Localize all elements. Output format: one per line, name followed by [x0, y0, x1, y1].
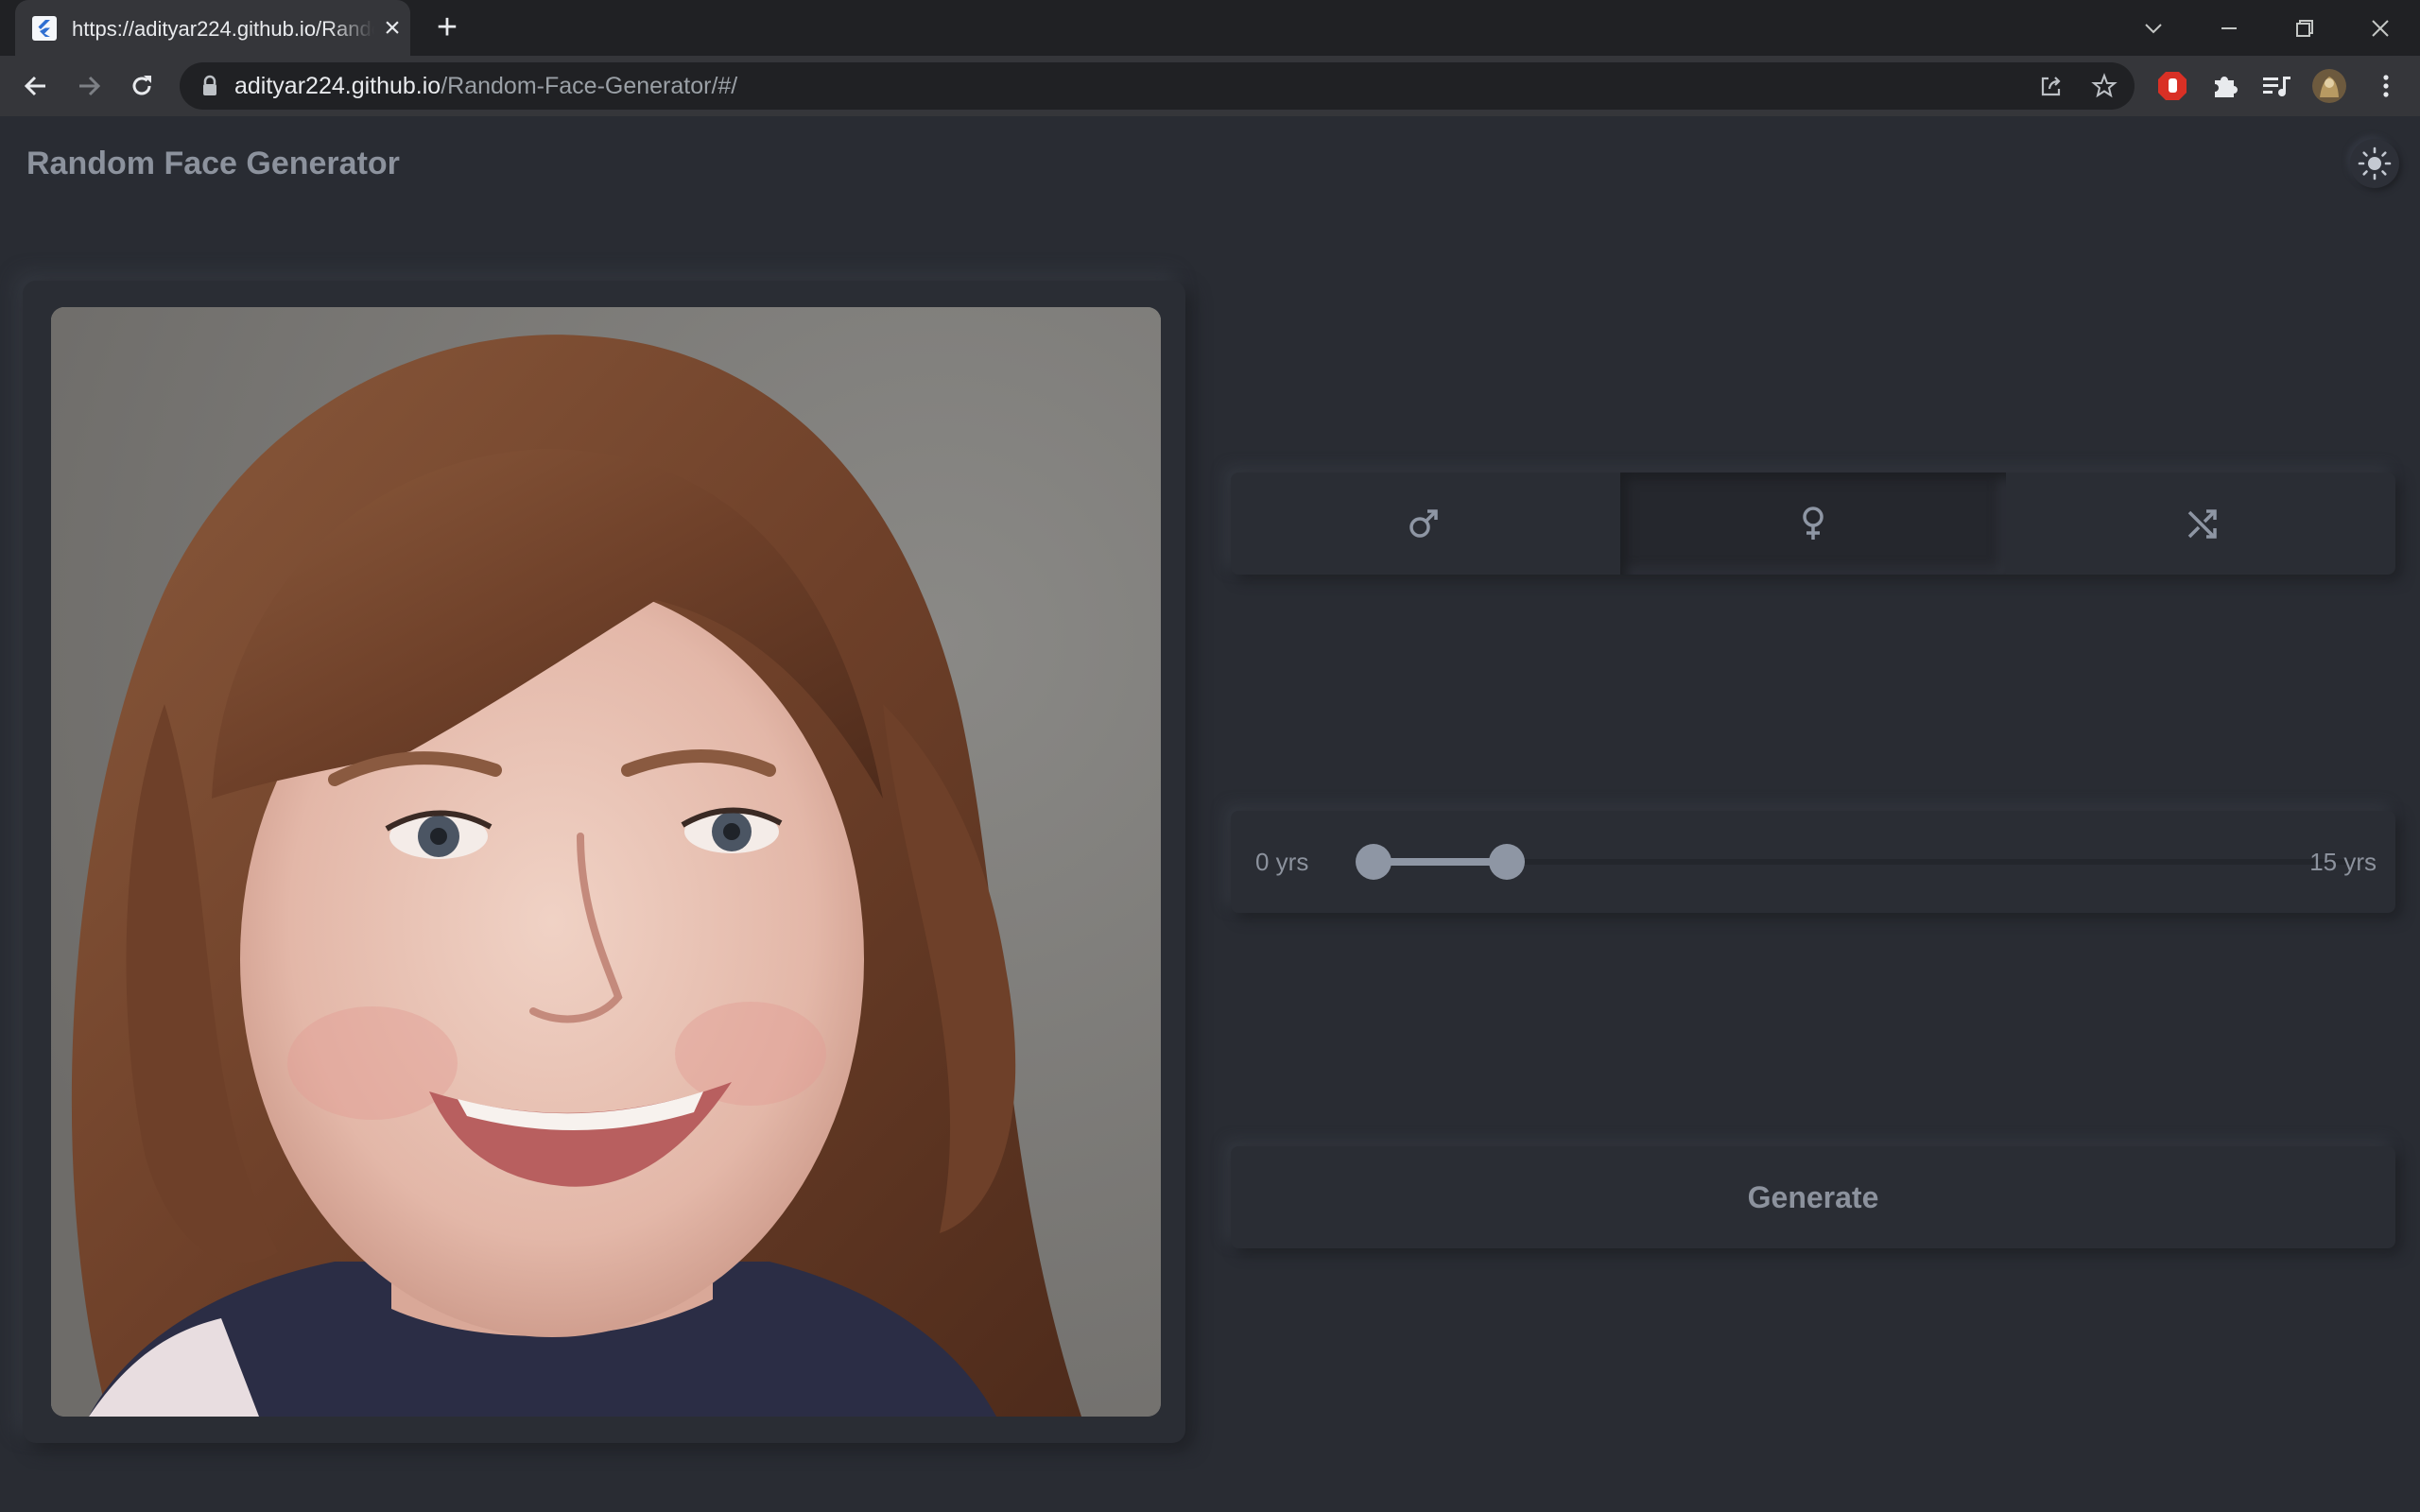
- shuffle-icon: [2187, 509, 2217, 539]
- sun-icon: [2358, 146, 2392, 180]
- browser-tab-strip: https://adityar224.github.io/Random-Face…: [0, 0, 2420, 56]
- page-title: Random Face Generator: [26, 146, 400, 181]
- app-bar: Random Face Generator: [0, 116, 2420, 213]
- url-text[interactable]: adityar224.github.io/Random-Face-Generat…: [234, 73, 737, 99]
- extensions-puzzle-icon[interactable]: [2207, 69, 2241, 103]
- back-icon[interactable]: [17, 67, 55, 105]
- forward-icon[interactable]: [70, 67, 108, 105]
- age-min-label: 0 yrs: [1255, 848, 1309, 876]
- reload-icon[interactable]: [123, 67, 161, 105]
- face-image-card: [23, 281, 1185, 1443]
- browser-toolbar: adityar224.github.io/Random-Face-Generat…: [0, 56, 2420, 116]
- gender-male-button[interactable]: [1231, 472, 1616, 575]
- age-slider-low-thumb[interactable]: [1356, 844, 1392, 880]
- share-icon[interactable]: [2038, 73, 2065, 99]
- restore-icon[interactable]: [2286, 9, 2324, 47]
- tab-close-icon[interactable]: ×: [378, 14, 406, 43]
- gender-female-button[interactable]: [1620, 472, 2006, 575]
- theme-toggle-button[interactable]: [2350, 139, 2399, 188]
- tab-title: https://adityar224.github.io/Random-Face…: [72, 17, 374, 41]
- age-slider-selected-range: [1374, 858, 1508, 866]
- new-tab-icon[interactable]: +: [430, 9, 464, 45]
- age-range-panel: 0 yrs 15 yrs: [1231, 811, 2395, 913]
- flutter-favicon-icon: [32, 16, 57, 41]
- browser-menu-icon[interactable]: [2369, 69, 2403, 103]
- bookmark-star-icon[interactable]: [2091, 73, 2118, 99]
- generated-face-image: [51, 307, 1161, 1417]
- age-slider-high-thumb[interactable]: [1489, 844, 1526, 880]
- minimize-icon[interactable]: [2210, 9, 2248, 47]
- media-controls-icon[interactable]: [2259, 69, 2293, 103]
- lock-icon[interactable]: [200, 75, 219, 102]
- browser-tab[interactable]: https://adityar224.github.io/Random-Face…: [15, 0, 410, 56]
- close-window-icon[interactable]: [2361, 9, 2399, 47]
- adblock-extension-icon[interactable]: [2155, 69, 2189, 103]
- gender-random-button[interactable]: [2010, 472, 2395, 575]
- age-max-label: 15 yrs: [2309, 848, 2377, 876]
- male-symbol-icon: [1409, 509, 1438, 538]
- tab-search-icon[interactable]: [2135, 9, 2172, 47]
- female-symbol-icon: [1803, 507, 1824, 540]
- generate-button[interactable]: Generate: [1231, 1146, 2395, 1248]
- profile-avatar[interactable]: [2312, 69, 2346, 103]
- gender-selector: [1231, 472, 2395, 575]
- address-bar[interactable]: adityar224.github.io/Random-Face-Generat…: [180, 62, 2135, 110]
